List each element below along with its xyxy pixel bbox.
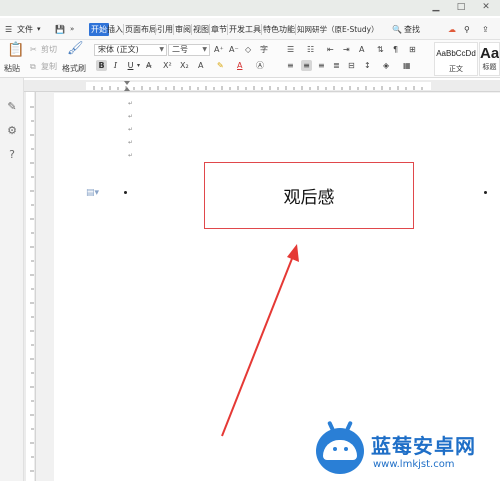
site-watermark: 蓝莓安卓网 www.lmkjst.com <box>316 420 500 481</box>
watermark-name: 蓝莓安卓网 <box>371 434 476 458</box>
annotation-arrow <box>221 244 299 437</box>
wps-writer-window: ▁ □ ✕ ☰ 文件 ▾ 💾 » 开始 插入 页面布局 引用 审阅 视图 章节 … <box>0 0 500 481</box>
android-eye <box>333 447 337 451</box>
watermark-url: www.lmkjst.com <box>373 459 455 470</box>
android-eye <box>344 447 348 451</box>
